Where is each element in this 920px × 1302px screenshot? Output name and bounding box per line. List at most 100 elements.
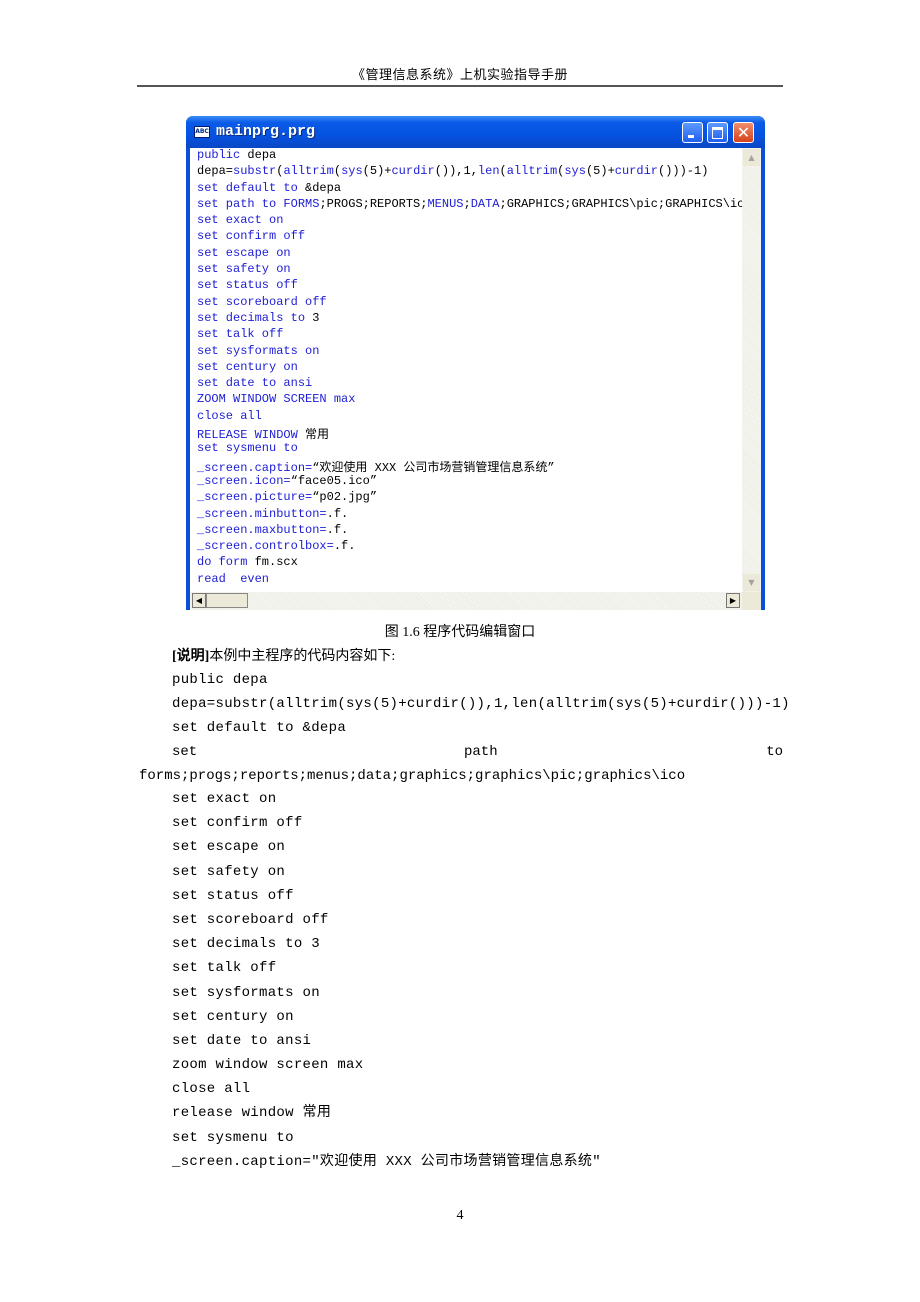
keyword-token: set exact on [197,213,284,228]
running-header: 《管理信息系统》上机实验指导手册 [351,67,568,82]
window-title: mainprg.prg [216,123,316,140]
keyword-token: _screen.minbutton= [197,506,327,521]
keyword-token: curdir [391,164,435,179]
keyword-token: ZOOM WINDOW SCREEN max [197,392,356,407]
editor-code-line: do form fm.scx [190,555,742,571]
header-rule [137,85,783,87]
keyword-token: close all [197,408,262,423]
text-token: ;GRAPHICS;GRAPHICS\pic;GRAPHICS\ico [499,196,743,211]
editor-code-line: ZOOM WINDOW SCREEN max [190,392,742,408]
path-continuation: forms;progs;reports;menus;data;graphics;… [139,768,686,784]
editor-code-line: set status off [190,278,742,294]
keyword-token: do form [197,555,255,570]
code-line: depa=substr(alltrim(sys(5)+curdir()),1,l… [172,696,790,713]
keyword-token: sys [564,164,586,179]
keyword-token: _screen.picture= [197,490,313,505]
text-token: (5)+ [362,164,392,179]
code-editor[interactable]: public depa depa=substr(alltrim(sys(5)+cu… [190,148,742,592]
minimize-button[interactable] [682,122,703,143]
scroll-up-arrow-icon[interactable]: ▲ [743,149,760,166]
keyword-token: substr [233,164,277,179]
horizontal-scrollbar[interactable]: ◀ ▶ [190,592,742,610]
text-token: “欢迎使用 XXX 公司市场营销管理信息系统” [312,460,555,475]
text-token: ( [333,164,342,179]
code-line: set status off [172,887,294,904]
keyword-token: len [477,164,500,179]
keyword-token: _screen.controlbox= [197,539,334,554]
vertical-scrollbar[interactable]: ▲ ▼ [742,148,761,592]
figure-caption: 图 1.6 程序代码编辑窗口 [384,625,536,640]
text-token: ()),1, [434,164,478,179]
keyword-token: set talk off [197,327,284,342]
editor-code-line: _screen.icon=“face05.ico” [190,474,742,490]
code-line: close all [172,1081,251,1098]
code-line: set default to &depa [172,720,347,737]
text-token: fm.scx [254,555,298,570]
horizontal-scroll-thumb[interactable] [206,593,248,608]
note-label: [说明] [172,649,210,664]
code-line: set decimals to 3 [172,936,320,953]
code-line: release window 常用 [172,1105,332,1122]
editor-code-line: set exact on [190,213,742,229]
code-listing-part2: set exact on set confirm off set escape on… [172,787,601,1174]
close-icon: ✕ [736,123,751,142]
page-number: 4 [456,1208,464,1223]
keyword-token: alltrim [506,164,558,179]
editor-code-line: _screen.caption=“欢迎使用 XXX 公司市场营销管理信息系统” [190,458,742,475]
code-line: set scoreboard off [172,911,329,928]
keyword-token: RELEASE WINDOW [197,428,306,443]
keyword-token: curdir [614,164,658,179]
text-token: .f. [326,522,349,537]
editor-code-line: set scoreboard off [190,295,742,311]
editor-code-line: set sysmenu to [190,441,742,457]
keyword-token: set decimals to [197,310,313,325]
keyword-token: _screen.icon= [197,473,291,488]
code-line: public depa [172,672,268,688]
text-token: ()))-1) [658,164,709,179]
text-token: 常用 [305,428,330,443]
code-line: set sysmenu to [172,1129,294,1146]
word-path: path [464,744,498,760]
close-button[interactable]: ✕ [733,122,754,143]
keyword-token: set scoreboard off [197,294,327,309]
resize-grip[interactable] [742,592,761,610]
editor-code-line: public depa [190,148,742,164]
code-line: set safety on [172,863,286,880]
code-listing-part1: public depa depa=substr(alltrim(sys(5)+c… [172,668,790,741]
keyword-token: set default to [197,180,306,195]
scroll-right-arrow-icon[interactable]: ▶ [726,593,740,608]
word-to: to [766,744,783,760]
note-text: 本例中主程序的代码内容如下: [209,649,396,664]
editor-code-line: set decimals to 3 [190,311,742,327]
keyword-token: set escape on [197,245,291,260]
text-token: .f. [333,539,356,554]
scroll-left-arrow-icon[interactable]: ◀ [192,593,206,608]
keyword-token: set sysformats on [197,343,320,358]
code-line: set date to ansi [172,1032,312,1049]
editor-code-line: set sysformats on [190,344,742,360]
code-line: zoom window screen max [172,1057,364,1074]
note-paragraph: [说明]本例中主程序的代码内容如下: [172,645,395,665]
keyword-token: public [197,148,248,162]
scroll-down-arrow-icon[interactable]: ▼ [743,574,760,591]
keyword-token: set safety on [197,262,291,277]
keyword-token: set date to ansi [197,376,313,391]
text-token: 3 [312,310,320,325]
code-line: set escape on [172,839,286,856]
code-line: set confirm off [172,815,303,832]
code-line-set-path: set path to forms;progs;reports;menus;da… [137,740,783,788]
editor-code-line: _screen.minbutton=.f. [190,507,742,523]
title-bar[interactable]: ABC mainprg.prg ✕ [186,116,765,148]
editor-code-line: set confirm off [190,229,742,245]
editor-code-line: set talk off [190,327,742,343]
editor-code-line: depa=substr(alltrim(sys(5)+curdir()),1,l… [190,164,742,180]
editor-code-line: set path to FORMS;PROGS;REPORTS;MENUS;DA… [190,197,742,213]
keyword-token: set status off [197,278,298,293]
text-token: “p02.jpg” [312,490,378,505]
text-token: depa= [197,164,234,179]
text-token: ;PROGS;REPORTS; [319,196,428,211]
editor-code-line: _screen.picture=“p02.jpg” [190,490,742,506]
code-editor-window: ABC mainprg.prg ✕ public depa depa=substr… [186,116,765,610]
maximize-button[interactable] [707,122,728,143]
text-token: &depa [305,180,342,195]
